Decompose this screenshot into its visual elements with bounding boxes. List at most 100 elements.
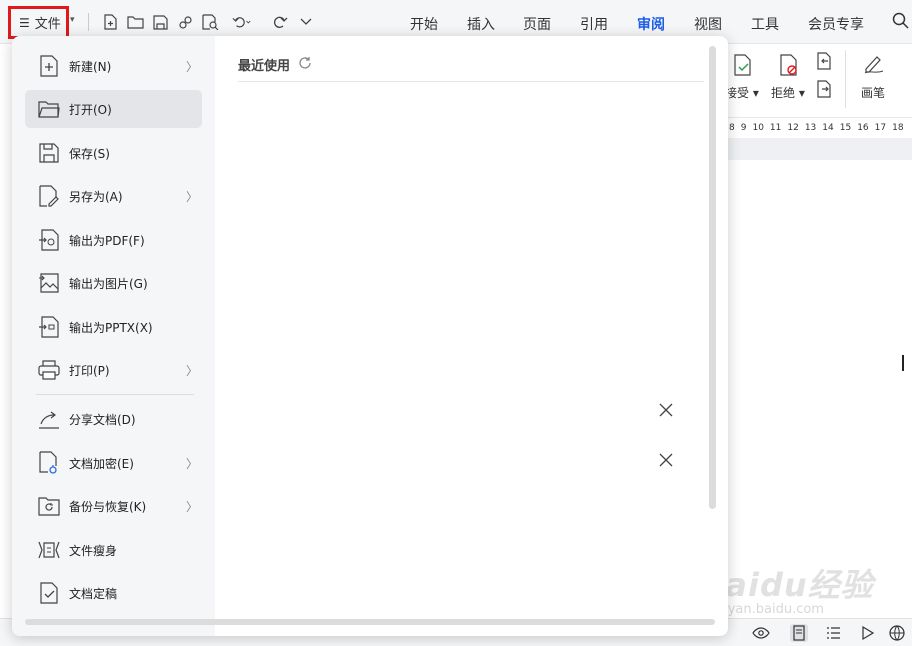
next-change-icon[interactable]	[815, 80, 833, 102]
document-page[interactable]	[727, 160, 912, 620]
menu-item-save[interactable]: 保存(S)	[25, 134, 202, 172]
section-divider	[238, 81, 704, 82]
menu-item-label: 输出为PPTX(X)	[69, 320, 153, 335]
tab-references[interactable]: 引用	[580, 14, 608, 34]
tab-insert[interactable]: 插入	[467, 14, 495, 34]
menu-item-label: 新建(N)	[69, 59, 112, 74]
menu-item-backup[interactable]: 备份与恢复(K) 〉	[25, 487, 202, 525]
link-icon[interactable]	[175, 12, 195, 32]
recent-files-pane: 最近使用	[215, 36, 728, 636]
save-as-icon	[37, 184, 61, 208]
ruler-tick: 10	[752, 123, 764, 133]
menu-item-encrypt[interactable]: 文档加密(E) 〉	[25, 444, 202, 482]
outline-view-icon[interactable]	[824, 624, 842, 642]
ruler-tick: 16	[857, 123, 869, 133]
menu-item-label: 分享文档(D)	[69, 412, 136, 427]
more-chevron-icon[interactable]	[296, 12, 316, 32]
refresh-icon[interactable]	[298, 56, 312, 74]
ruler-tick: 12	[787, 123, 799, 133]
ruler-tick: 17	[874, 123, 887, 133]
accept-change-icon[interactable]	[733, 54, 753, 80]
chevron-right-icon: 〉	[185, 190, 198, 204]
horizontal-scrollbar[interactable]	[25, 619, 715, 625]
export-pptx-icon	[37, 315, 61, 339]
ruler-tick: 14	[822, 123, 834, 133]
export-pdf-icon	[37, 228, 61, 252]
ruler-tick: 15	[839, 123, 852, 133]
chevron-right-icon: 〉	[185, 60, 198, 74]
tab-member[interactable]: 会员专享	[808, 14, 864, 34]
menu-item-label: 文档加密(E)	[69, 456, 134, 471]
menu-item-label: 打印(P)	[69, 363, 110, 378]
reject-change-icon[interactable]	[779, 54, 799, 80]
globe-icon[interactable]	[888, 624, 906, 642]
remove-recent-icon[interactable]	[658, 453, 674, 469]
open-folder-icon	[37, 97, 61, 121]
ruler-tick: 13	[804, 123, 817, 133]
pen-icon[interactable]	[863, 54, 885, 78]
reject-label[interactable]: 拒绝 ▾	[771, 84, 805, 101]
open-folder-icon[interactable]	[125, 12, 145, 32]
pen-label[interactable]: 画笔	[861, 84, 885, 101]
recent-title-text: 最近使用	[238, 59, 291, 74]
previous-change-icon[interactable]	[815, 52, 833, 74]
file-menu-label: 文件	[34, 17, 61, 32]
menu-item-print[interactable]: 打印(P) 〉	[25, 351, 202, 389]
new-file-icon[interactable]	[100, 12, 120, 32]
menu-item-label: 文件瘦身	[69, 543, 118, 558]
menu-item-export-pdf[interactable]: 输出为PDF(F)	[25, 221, 202, 259]
text-cursor	[902, 355, 904, 371]
menu-item-slim[interactable]: 文件瘦身	[25, 531, 202, 569]
new-doc-icon	[37, 54, 61, 78]
menu-item-label: 备份与恢复(K)	[69, 499, 147, 514]
toolbar-divider	[88, 13, 89, 31]
print-preview-icon[interactable]	[200, 12, 220, 32]
recent-section-title: 最近使用	[238, 55, 312, 74]
vertical-scrollbar[interactable]	[709, 46, 716, 509]
ruler-tick: 11	[769, 123, 782, 133]
ribbon-divider	[845, 50, 846, 108]
file-dropdown-chevron-icon[interactable]: ▾	[70, 15, 75, 25]
horizontal-ruler: 8 9 10 11 12 13 14 15 16 17 18	[727, 118, 912, 138]
menu-item-open[interactable]: 打开(O)	[25, 90, 202, 128]
tab-review[interactable]: 审阅	[637, 14, 665, 34]
accept-label[interactable]: 接受 ▾	[725, 84, 759, 101]
menu-item-label: 保存(S)	[69, 146, 110, 161]
ruler-tick: 18	[892, 123, 904, 133]
play-icon[interactable]	[858, 624, 876, 642]
menu-item-label: 另存为(A)	[69, 189, 123, 204]
share-icon	[37, 407, 61, 431]
ruler-tick: 8	[729, 123, 735, 133]
save-icon	[37, 141, 61, 165]
ruler-tick: 9	[740, 123, 747, 133]
menu-item-label: 输出为PDF(F)	[69, 233, 145, 248]
backup-icon	[37, 494, 61, 518]
remove-recent-icon[interactable]	[658, 403, 674, 419]
export-image-icon	[37, 271, 61, 295]
menu-item-export-image[interactable]: 输出为图片(G)	[25, 264, 202, 302]
file-menu-button[interactable]: ☰ 文件	[8, 6, 69, 39]
undo-icon[interactable]	[232, 12, 252, 32]
page-view-icon[interactable]	[790, 624, 808, 642]
file-menu-panel: 新建(N) 〉 打开(O) 保存(S) 另存为(A) 〉 输出为PDF(F) 输…	[12, 36, 728, 636]
search-icon[interactable]	[892, 12, 910, 34]
menu-item-save-as[interactable]: 另存为(A) 〉	[25, 177, 202, 215]
menu-item-new[interactable]: 新建(N) 〉	[25, 47, 202, 85]
tab-home[interactable]: 开始	[410, 14, 438, 34]
save-icon[interactable]	[150, 12, 170, 32]
tab-view[interactable]: 视图	[694, 14, 722, 34]
menu-item-share[interactable]: 分享文档(D)	[25, 400, 202, 438]
chevron-right-icon: 〉	[185, 364, 198, 378]
file-menu-list: 新建(N) 〉 打开(O) 保存(S) 另存为(A) 〉 输出为PDF(F) 输…	[12, 36, 215, 636]
slim-file-icon	[37, 538, 61, 562]
review-ribbon: 接受 ▾ 拒绝 ▾ 画笔	[725, 44, 912, 118]
menu-item-export-pptx[interactable]: 输出为PPTX(X)	[25, 308, 202, 346]
eye-icon[interactable]	[752, 624, 770, 642]
encrypt-icon	[37, 451, 61, 475]
menu-item-label: 输出为图片(G)	[69, 276, 148, 291]
tab-page[interactable]: 页面	[523, 14, 551, 34]
redo-icon[interactable]	[270, 12, 290, 32]
tab-tools[interactable]: 工具	[751, 14, 779, 34]
menu-item-finalize[interactable]: 文档定稿	[25, 574, 202, 612]
finalize-icon	[37, 581, 61, 605]
